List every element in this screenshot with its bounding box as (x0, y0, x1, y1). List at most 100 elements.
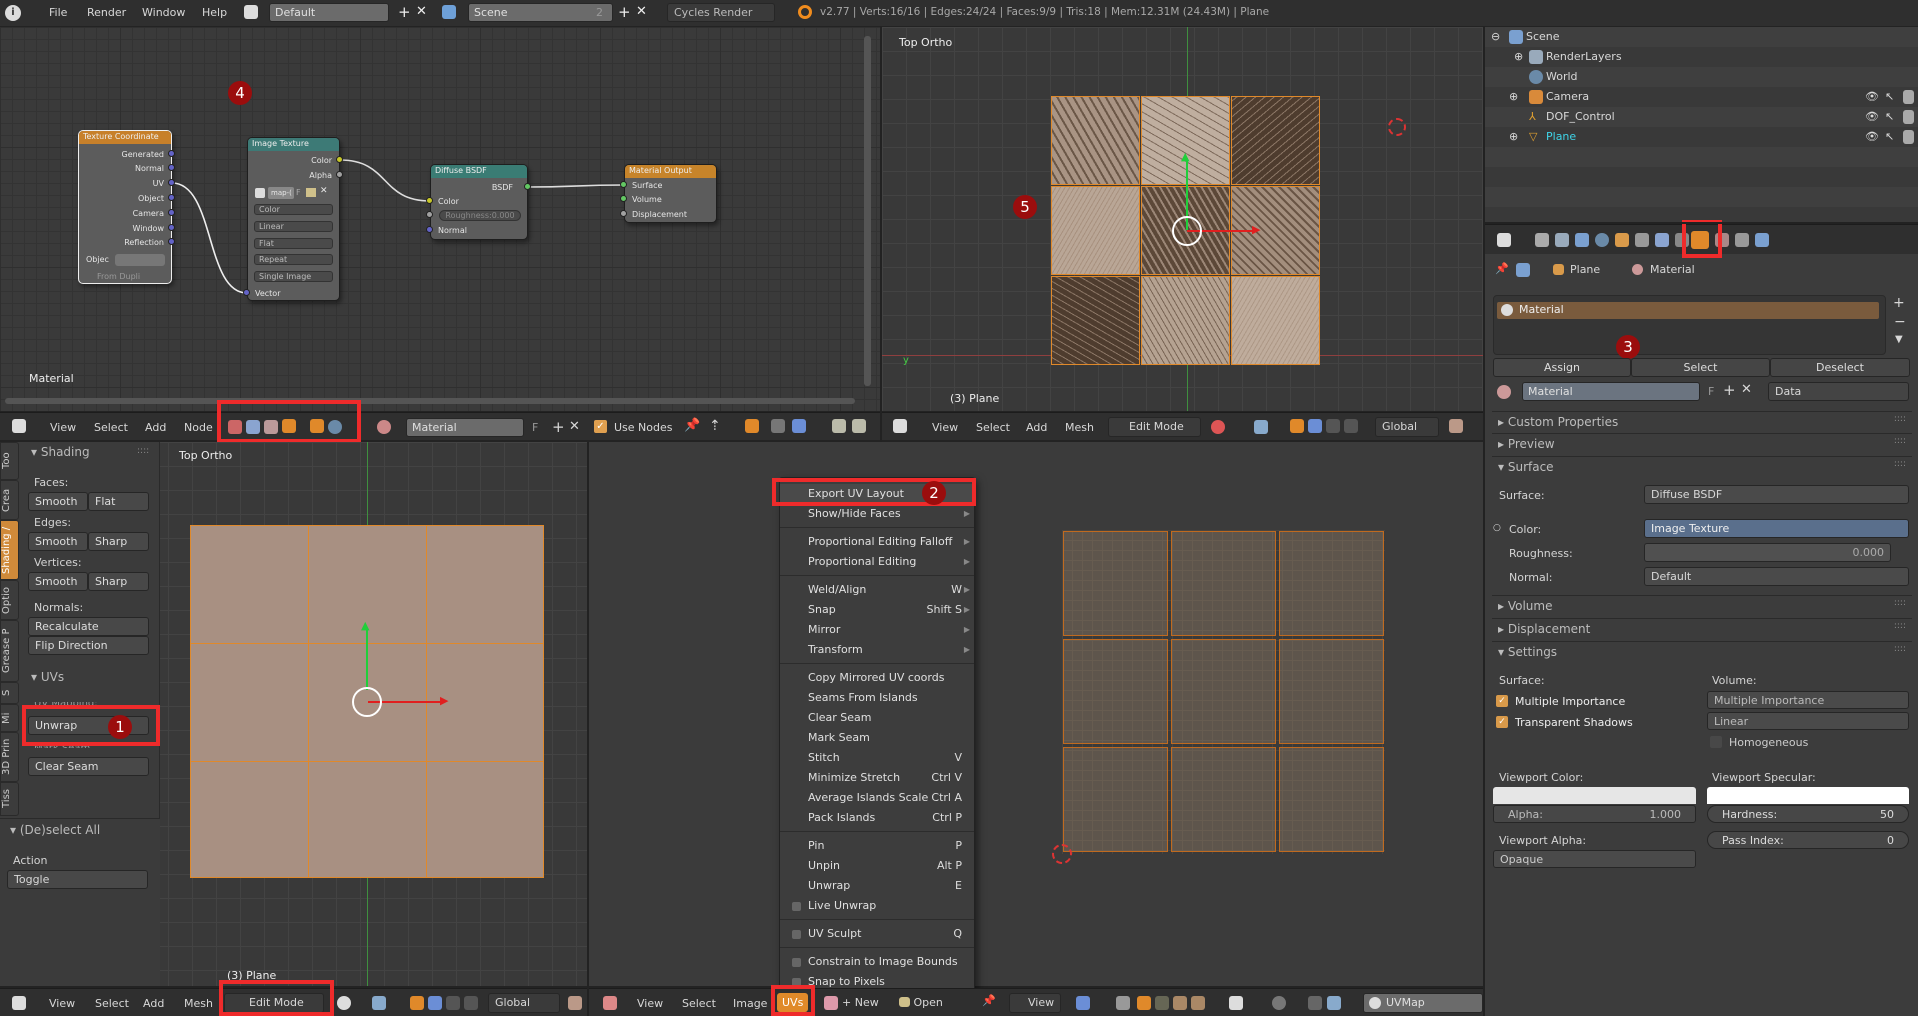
tab-grease-pencil[interactable]: Grease P (0, 620, 19, 682)
rotate-manipulator-icon[interactable] (446, 996, 460, 1010)
tab-mi[interactable]: Mi (0, 704, 19, 732)
menu-view[interactable]: View (932, 421, 958, 434)
editor-type-icon[interactable] (12, 996, 26, 1010)
socket-bsdf-out[interactable] (524, 183, 531, 190)
view-mode-select[interactable]: View (1009, 993, 1061, 1013)
menu-item-unpin[interactable]: Unpin Alt P (780, 856, 974, 876)
vertices-sharp-button[interactable]: Sharp (88, 572, 149, 591)
from-dupli-checkbox[interactable]: From Dupli (79, 271, 171, 283)
select-arrow-icon[interactable]: ↖ (1885, 127, 1894, 147)
scale-manipulator-icon[interactable] (1344, 419, 1358, 433)
projection-select[interactable]: Flat (254, 238, 333, 249)
select-arrow-icon[interactable]: ↖ (1885, 87, 1894, 107)
outliner-row-plane[interactable]: ⊕ ▽ Plane 👁 ↖ (1485, 127, 1918, 147)
transparent-shadows-label[interactable]: Transparent Shadows (1515, 716, 1633, 729)
menu-add[interactable]: Add (143, 997, 164, 1010)
menu-item-mirror[interactable]: Mirror ▶ (780, 620, 974, 640)
snap-node-icon[interactable] (792, 419, 806, 433)
parent-node-tree-icon[interactable]: ⇡ (709, 418, 721, 434)
socket-alpha-out[interactable] (336, 171, 343, 178)
panel-custom-properties[interactable]: ▸ Custom Properties:::: (1492, 411, 1912, 431)
collapse-icon[interactable]: ⊖ (1491, 27, 1500, 47)
node-header[interactable]: Diffuse BSDF (431, 165, 527, 178)
outliner-label[interactable]: Scene (1526, 27, 1560, 47)
menu-item-copy-mirrored-uv-coords[interactable]: Copy Mirrored UV coords (780, 668, 974, 688)
translate-manipulator-icon[interactable] (1308, 419, 1322, 433)
select-button[interactable]: Select (1631, 358, 1770, 377)
render-camera-icon[interactable] (1903, 130, 1914, 144)
render-layers-tab-icon[interactable] (1555, 233, 1569, 247)
fake-user-button[interactable]: F (1708, 385, 1714, 398)
menu-item-snap[interactable]: Snap Shift S ▶ (780, 600, 974, 620)
snap-element-icon[interactable] (1327, 996, 1341, 1010)
tab-3d-print[interactable]: 3D Prin (0, 732, 19, 782)
scale-manipulator-icon[interactable] (464, 996, 478, 1010)
checkbox-icon[interactable] (792, 958, 801, 967)
image-browse-icon[interactable] (824, 996, 838, 1010)
volume-sampling-select[interactable]: Multiple Importance (1707, 691, 1909, 709)
socket-reflection[interactable] (168, 238, 175, 245)
menu-view[interactable]: View (49, 997, 75, 1010)
edges-sharp-button[interactable]: Sharp (88, 532, 149, 551)
layer-icon[interactable] (568, 996, 582, 1010)
node-editor-scrollbar[interactable] (5, 398, 855, 404)
roughness-field[interactable]: Roughness:0.000 (439, 210, 521, 221)
socket-color-out[interactable] (336, 156, 343, 163)
source-select[interactable]: Single Image (254, 271, 333, 282)
rotate-manipulator-icon[interactable] (1326, 419, 1340, 433)
modifiers-tab-icon[interactable] (1655, 233, 1669, 247)
material-slot-item[interactable]: Material (1497, 302, 1879, 319)
homogeneous-checkbox[interactable] (1710, 736, 1722, 748)
outliner-row-dof-control[interactable]: ⅄ DOF_Control 👁 ↖ (1485, 107, 1918, 127)
transform-orientation-select[interactable]: Global (1375, 417, 1439, 437)
object-tab-icon[interactable] (1615, 233, 1629, 247)
socket-color-in[interactable] (426, 197, 433, 204)
pin-icon[interactable]: 📌 (982, 994, 996, 1007)
sticky-select-icon[interactable] (1229, 996, 1243, 1010)
manipulator-y-arrow[interactable] (366, 628, 368, 690)
editor-type-icon[interactable] (603, 996, 617, 1010)
panel-volume[interactable]: ▸ Volume:::: (1492, 595, 1912, 615)
area-divider[interactable] (587, 442, 589, 1016)
action-select[interactable]: Toggle (7, 870, 148, 889)
node-editor-vscrollbar[interactable] (864, 36, 871, 386)
operator-panel-header[interactable]: ▾ (De)select All (10, 823, 100, 837)
socket-surface-in[interactable] (620, 181, 627, 188)
panel-preview[interactable]: ▸ Preview:::: (1492, 433, 1912, 453)
panel-surface[interactable]: ▾ Surface:::: (1492, 456, 1912, 476)
volume-interpolation-select[interactable]: Linear (1707, 712, 1909, 730)
snap-toggle-icon[interactable] (745, 419, 759, 433)
menu-mesh[interactable]: Mesh (1065, 421, 1094, 434)
expand-icon[interactable]: ⊕ (1509, 87, 1518, 107)
area-divider[interactable] (880, 26, 882, 442)
manipulator-center[interactable] (352, 687, 382, 717)
use-nodes-label[interactable]: Use Nodes (614, 421, 673, 434)
menu-item-show-hide-faces[interactable]: Show/Hide Faces ▶ (780, 504, 974, 524)
manipulator-x-arrowhead[interactable]: ▶ (1252, 223, 1260, 236)
homogeneous-label[interactable]: Homogeneous (1729, 736, 1808, 749)
mode-select[interactable]: Edit Mode (1108, 417, 1201, 437)
extension-select[interactable]: Repeat (254, 254, 333, 265)
proportional-editing-icon[interactable] (1272, 996, 1286, 1010)
constraints-tab-icon[interactable] (1635, 233, 1649, 247)
outliner-label[interactable]: World (1546, 67, 1578, 87)
menu-select[interactable]: Select (94, 421, 128, 434)
node-header[interactable]: Texture Coordinate (79, 131, 171, 144)
new-material-button[interactable]: + (1723, 381, 1736, 399)
manipulator-toggle-icon[interactable] (1290, 419, 1304, 433)
manipulator-toggle-icon[interactable] (410, 996, 424, 1010)
multiple-importance-label[interactable]: Multiple Importance (1515, 695, 1625, 708)
uv-islands[interactable] (1062, 530, 1385, 854)
translate-manipulator-icon[interactable] (428, 996, 442, 1010)
object-picker[interactable] (115, 254, 165, 266)
uv-map-field[interactable]: UVMap (1363, 993, 1483, 1013)
world-tab-icon[interactable] (1595, 233, 1609, 247)
render-camera-icon[interactable] (1903, 90, 1914, 104)
add-slot-button[interactable]: + (1893, 295, 1905, 311)
outliner-row-scene[interactable]: ⊖ Scene (1485, 27, 1918, 47)
menu-add[interactable]: Add (1026, 421, 1047, 434)
snap-element-icon[interactable] (771, 419, 785, 433)
menu-item-uv-sculpt[interactable]: UV Sculpt Q (780, 924, 974, 944)
faces-flat-button[interactable]: Flat (88, 492, 149, 511)
render-tab-icon[interactable] (1535, 233, 1549, 247)
